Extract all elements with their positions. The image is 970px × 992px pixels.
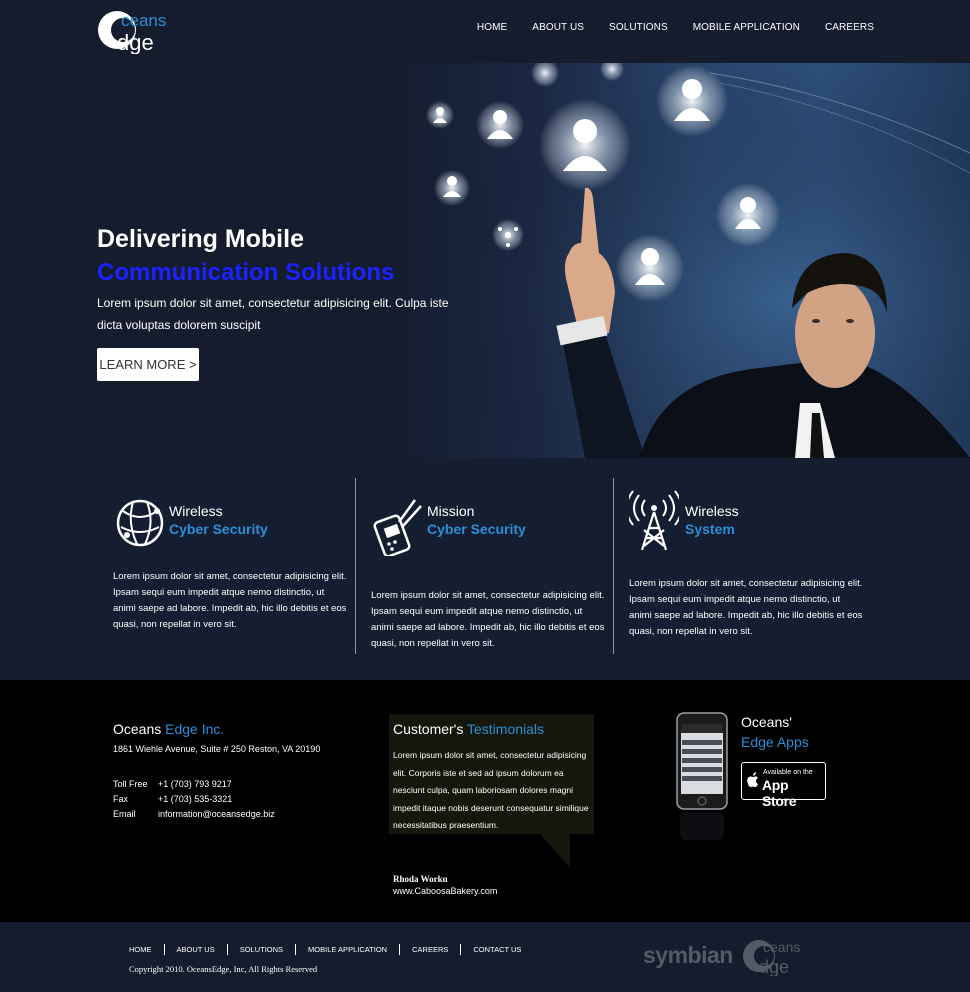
contact-value: +1 (703) 535-3321 bbox=[158, 794, 233, 804]
apple-icon bbox=[747, 772, 758, 787]
feature-mission-cyber-security: Mission Cyber Security Lorem ipsum dolor… bbox=[371, 458, 629, 680]
contact-label: Email bbox=[113, 809, 136, 819]
hero-illustration bbox=[380, 63, 970, 458]
contact-row: Email information@oceansedge.biz bbox=[113, 807, 275, 822]
contact-email[interactable]: information@oceansedge.biz bbox=[158, 807, 275, 822]
testimonial-title: Customer's Testimonials bbox=[393, 721, 544, 737]
testimonial-bubble: Customer's Testimonials Lorem ipsum dolo… bbox=[389, 714, 594, 834]
contact-label: Toll Free bbox=[113, 779, 148, 789]
feature-2-subtitle: Cyber Security bbox=[427, 521, 526, 537]
iphone-icon bbox=[676, 712, 728, 840]
testimonial-site[interactable]: www.CaboosaBakery.com bbox=[393, 886, 497, 896]
apps-title-line1: Oceans' bbox=[741, 714, 792, 730]
footer-nav-careers[interactable]: CAREERS bbox=[399, 944, 460, 955]
company-address: 1861 Wiehle Avenue, Suite # 250 Reston, … bbox=[113, 744, 321, 754]
feature-divider bbox=[355, 478, 356, 654]
testimonial-bubble-tail bbox=[540, 834, 570, 868]
hero-title: Delivering Mobile bbox=[97, 225, 304, 253]
apps-title-line2: Edge Apps bbox=[741, 734, 809, 750]
symbian-logo: symbian bbox=[643, 942, 733, 968]
contact-value[interactable]: +1 (703) 793 9217 bbox=[158, 777, 232, 792]
logo-text-top: ceans bbox=[121, 11, 166, 30]
site-header: ceans dge HOME ABOUT US SOLUTIONS MOBILE… bbox=[0, 0, 970, 63]
feature-2-text: Lorem ipsum dolor sit amet, consectetur … bbox=[371, 590, 605, 649]
company-name: Oceans Edge Inc. bbox=[113, 721, 224, 737]
footer-nav-solutions[interactable]: SOLUTIONS bbox=[226, 944, 295, 955]
learn-more-button[interactable]: LEARN MORE > bbox=[97, 348, 199, 381]
logo-graphic: ceans dge bbox=[98, 11, 166, 54]
feature-3-subtitle: System bbox=[685, 521, 735, 537]
testimonial-title-part2: Testimonials bbox=[467, 721, 545, 737]
globe-icon bbox=[116, 499, 164, 547]
contact-list: Toll Free +1 (703) 793 9217 Fax +1 (703)… bbox=[113, 777, 275, 822]
footer-logo-text-bottom: dge bbox=[759, 957, 789, 976]
nav-about-us[interactable]: ABOUT US bbox=[532, 22, 584, 33]
bottom-footer: HOME ABOUT US SOLUTIONS MOBILE APPLICATI… bbox=[0, 922, 970, 992]
handheld-device-icon bbox=[373, 499, 422, 556]
oceans-edge-logo[interactable]: ceans dge bbox=[97, 6, 192, 54]
feature-1-subtitle: Cyber Security bbox=[169, 521, 268, 537]
testimonial-text: Lorem ipsum dolor sit amet, consectetur … bbox=[393, 750, 589, 830]
feature-1-title: Wireless bbox=[169, 503, 223, 519]
feature-1-text: Lorem ipsum dolor sit amet, consectetur … bbox=[113, 571, 347, 630]
testimonial-title-part1: Customer's bbox=[393, 721, 464, 737]
main-nav: HOME ABOUT US SOLUTIONS MOBILE APPLICATI… bbox=[452, 22, 874, 33]
footer-info: Oceans Edge Inc. 1861 Wiehle Avenue, Sui… bbox=[0, 680, 970, 922]
feature-wireless-cyber-security: Wireless Cyber Security Lorem ipsum dolo… bbox=[113, 458, 371, 680]
contact-row: Toll Free +1 (703) 793 9217 bbox=[113, 777, 275, 792]
app-store-badge-big: App Store bbox=[762, 777, 797, 809]
nav-mobile-application[interactable]: MOBILE APPLICATION bbox=[693, 22, 800, 33]
feature-divider bbox=[613, 478, 614, 654]
app-store-badge[interactable]: Available on the App Store bbox=[741, 762, 826, 809]
contact-row: Fax +1 (703) 535-3321 bbox=[113, 792, 275, 807]
company-name-part2: Edge Inc. bbox=[165, 721, 225, 737]
feature-wireless-system: Wireless System Lorem ipsum dolor sit am… bbox=[629, 458, 887, 680]
feature-2-title: Mission bbox=[427, 503, 475, 519]
antenna-tower-icon bbox=[629, 490, 679, 550]
nav-solutions[interactable]: SOLUTIONS bbox=[609, 22, 668, 33]
nav-careers[interactable]: CAREERS bbox=[825, 22, 874, 33]
footer-oceans-edge-logo: ceans dge bbox=[743, 939, 800, 976]
features-section: Wireless Cyber Security Lorem ipsum dolo… bbox=[0, 458, 970, 680]
footer-nav: HOME ABOUT US SOLUTIONS MOBILE APPLICATI… bbox=[129, 944, 533, 955]
hero-banner: Delivering Mobile Communication Solution… bbox=[0, 63, 970, 458]
contact-label: Fax bbox=[113, 794, 129, 804]
feature-3-text: Lorem ipsum dolor sit amet, consectetur … bbox=[629, 578, 863, 637]
testimonial-author: Rhoda Worku bbox=[393, 874, 448, 884]
footer-nav-home[interactable]: HOME bbox=[129, 944, 164, 955]
copyright-text: Copyright 2010. OceansEdge, Inc, All Rig… bbox=[129, 964, 318, 974]
footer-nav-contact-us[interactable]: CONTACT US bbox=[460, 944, 533, 955]
footer-logo-text-top: ceans bbox=[763, 939, 800, 955]
feature-3-title: Wireless bbox=[685, 503, 739, 519]
footer-nav-about-us[interactable]: ABOUT US bbox=[163, 944, 227, 955]
hero-text: Lorem ipsum dolor sit amet, consectetur … bbox=[97, 296, 449, 332]
nav-home[interactable]: HOME bbox=[477, 22, 507, 33]
logo-text-bottom: dge bbox=[117, 30, 154, 54]
hero-subtitle: Communication Solutions bbox=[97, 259, 395, 286]
footer-nav-mobile-application[interactable]: MOBILE APPLICATION bbox=[295, 944, 399, 955]
app-store-badge-small: Available on the bbox=[763, 769, 813, 776]
company-name-part1: Oceans bbox=[113, 721, 162, 737]
